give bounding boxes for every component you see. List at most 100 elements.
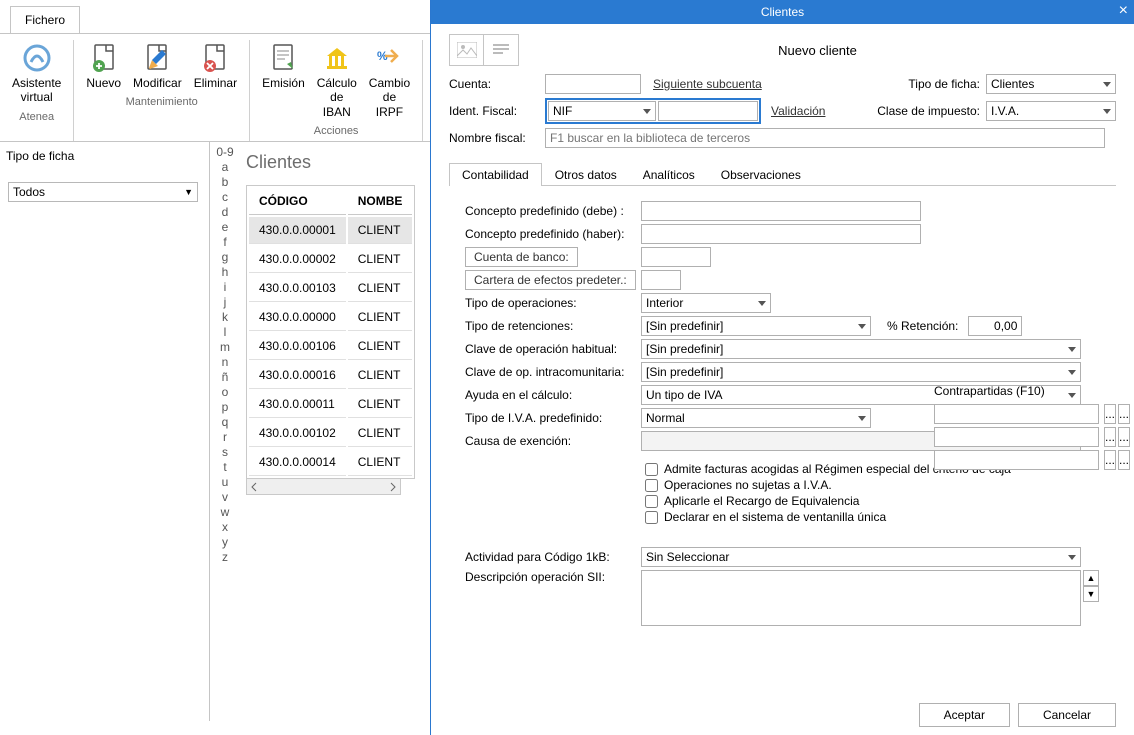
calculo-iban-button[interactable]: Cálculo de IBAN (311, 40, 363, 121)
cp-btn-2a[interactable]: ... (1104, 427, 1116, 447)
modificar-button[interactable]: Modificar (127, 40, 188, 92)
table-row[interactable]: 430.0.0.00000CLIENT (249, 304, 412, 331)
check-recargo[interactable] (645, 495, 658, 508)
alpha-0-9[interactable]: 0-9 (216, 144, 233, 159)
alpha-u[interactable]: u (222, 474, 229, 489)
alpha-r[interactable]: r (223, 429, 227, 444)
validacion-link[interactable]: Validación (771, 104, 825, 118)
alpha-z[interactable]: z (222, 549, 228, 564)
close-icon[interactable]: × (1119, 2, 1128, 20)
alpha-j[interactable]: j (224, 294, 227, 309)
clase-impuesto-select[interactable]: I.V.A. (986, 101, 1116, 121)
cuenta-banco-button[interactable]: Cuenta de banco: (465, 247, 578, 267)
tipo-op-select[interactable]: Interior (641, 293, 771, 313)
alpha-l[interactable]: l (224, 324, 227, 339)
dialog-titlebar[interactable]: Clientes × (431, 0, 1134, 24)
tipo-ficha-select[interactable]: Clientes (986, 74, 1116, 94)
check-ventanilla[interactable] (645, 511, 658, 524)
nuevo-button[interactable]: Nuevo (80, 40, 127, 92)
alpha-ñ[interactable]: ñ (222, 369, 229, 384)
alpha-f[interactable]: f (223, 234, 226, 249)
alpha-y[interactable]: y (222, 534, 228, 549)
emision-button[interactable]: Emisión (256, 40, 311, 121)
check-no-sujetas[interactable] (645, 479, 658, 492)
col-nombre[interactable]: NOMBE (348, 188, 413, 215)
table-row[interactable]: 430.0.0.00011CLIENT (249, 391, 412, 418)
alpha-i[interactable]: i (224, 279, 227, 294)
table-row[interactable]: 430.0.0.00102CLIENT (249, 420, 412, 447)
alpha-q[interactable]: q (222, 414, 229, 429)
cancelar-button[interactable]: Cancelar (1018, 703, 1116, 727)
scroll-left-icon[interactable] (249, 482, 259, 492)
concepto-haber-input[interactable] (641, 224, 921, 244)
eliminar-button[interactable]: Eliminar (188, 40, 243, 92)
tipo-iva-select[interactable]: Normal (641, 408, 871, 428)
scroll-right-icon[interactable] (388, 482, 398, 492)
table-row[interactable]: 430.0.0.00103CLIENT (249, 275, 412, 302)
alpha-e[interactable]: e (222, 219, 229, 234)
cp-input-1[interactable] (934, 404, 1099, 424)
tab-otros-datos[interactable]: Otros datos (542, 163, 630, 186)
alpha-m[interactable]: m (220, 339, 230, 354)
aceptar-button[interactable]: Aceptar (919, 703, 1010, 727)
cp-btn-1a[interactable]: ... (1104, 404, 1116, 424)
alpha-k[interactable]: k (222, 309, 228, 324)
siguiente-subcuenta-link[interactable]: Siguiente subcuenta (653, 77, 762, 91)
check-criterio-caja[interactable] (645, 463, 658, 476)
col-codigo[interactable]: CÓDIGO (249, 188, 346, 215)
group-acciones: Acciones (314, 125, 359, 137)
alpha-o[interactable]: o (222, 384, 229, 399)
alpha-b[interactable]: b (222, 174, 229, 189)
cartera-button[interactable]: Cartera de efectos predeter.: (465, 270, 636, 290)
scroll-up-icon[interactable]: ▲ (1083, 570, 1099, 586)
cartera-input[interactable] (641, 270, 681, 290)
alpha-c[interactable]: c (222, 189, 228, 204)
tab-contabilidad[interactable]: Contabilidad (449, 163, 542, 186)
pct-ret-input[interactable] (968, 316, 1022, 336)
file-tab[interactable]: Fichero (10, 6, 80, 33)
clients-table[interactable]: CÓDIGO NOMBE 430.0.0.00001CLIENT430.0.0.… (246, 185, 415, 479)
concepto-debe-input[interactable] (641, 201, 921, 221)
tipo-ficha-combo[interactable]: Todos ▼ (8, 182, 198, 202)
cuenta-input[interactable] (545, 74, 641, 94)
alpha-v[interactable]: v (222, 489, 228, 504)
table-row[interactable]: 430.0.0.00001CLIENT (249, 217, 412, 244)
alpha-a[interactable]: a (222, 159, 229, 174)
hscrollbar[interactable] (246, 479, 401, 495)
cp-btn-3a[interactable]: ... (1104, 450, 1116, 470)
alpha-d[interactable]: d (222, 204, 229, 219)
image-icon[interactable] (450, 35, 484, 65)
cp-btn-3b[interactable]: ... (1118, 450, 1130, 470)
nombre-fiscal-input[interactable] (545, 128, 1105, 148)
alpha-g[interactable]: g (222, 249, 229, 264)
cp-input-2[interactable] (934, 427, 1099, 447)
tab-observaciones[interactable]: Observaciones (708, 163, 814, 186)
alpha-x[interactable]: x (222, 519, 228, 534)
alpha-s[interactable]: s (222, 444, 228, 459)
ident-tipo-select[interactable]: NIF (548, 101, 656, 121)
alpha-n[interactable]: n (222, 354, 229, 369)
alpha-w[interactable]: w (221, 504, 230, 519)
table-row[interactable]: 430.0.0.00014CLIENT (249, 449, 412, 476)
scroll-down-icon[interactable]: ▼ (1083, 586, 1099, 602)
alpha-t[interactable]: t (223, 459, 226, 474)
table-row[interactable]: 430.0.0.00002CLIENT (249, 246, 412, 273)
actividad-select[interactable]: Sin Seleccionar (641, 547, 1081, 567)
cp-btn-2b[interactable]: ... (1118, 427, 1130, 447)
descrip-sii-input[interactable] (641, 570, 1081, 626)
cp-btn-1b[interactable]: ... (1118, 404, 1130, 424)
table-row[interactable]: 430.0.0.00106CLIENT (249, 333, 412, 360)
tipo-ret-select[interactable]: [Sin predefinir] (641, 316, 871, 336)
clave-op-select[interactable]: [Sin predefinir] (641, 339, 1081, 359)
ident-input[interactable] (658, 101, 758, 121)
cp-input-3[interactable] (934, 450, 1099, 470)
cuenta-banco-input[interactable] (641, 247, 711, 267)
alpha-h[interactable]: h (222, 264, 229, 279)
lines-icon[interactable] (484, 35, 518, 65)
asistente-virtual-button[interactable]: Asistente virtual (6, 40, 67, 107)
alpha-p[interactable]: p (222, 399, 229, 414)
tab-analiticos[interactable]: Analíticos (630, 163, 708, 186)
cambio-irpf-button[interactable]: % Cambio de IRPF (363, 40, 416, 121)
clave-intra-select[interactable]: [Sin predefinir] (641, 362, 1081, 382)
table-row[interactable]: 430.0.0.00016CLIENT (249, 362, 412, 389)
